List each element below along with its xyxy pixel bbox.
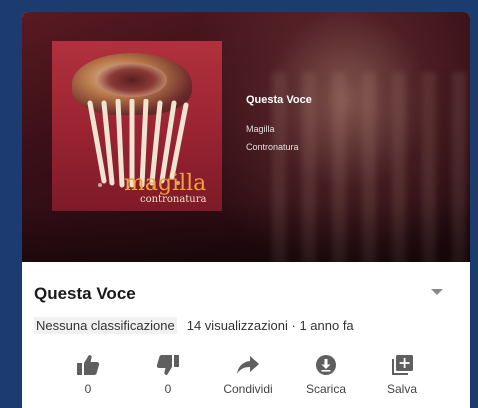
expand-description-icon[interactable]	[431, 289, 443, 295]
track-title: Questa Voce	[246, 94, 312, 106]
player-shade	[22, 202, 470, 262]
cover-art-swirl	[97, 63, 167, 97]
track-album: Contronatura	[246, 142, 299, 152]
share-label: Condividi	[223, 382, 273, 396]
dislike-count: 0	[164, 382, 172, 396]
thumbs-up-icon	[77, 355, 100, 375]
device-frame: magilla contronatura Questa Voce Magilla…	[0, 0, 478, 408]
rating-badge: Nessuna classificazione	[34, 317, 177, 334]
like-button[interactable]: 0	[48, 346, 128, 406]
like-count: 0	[84, 382, 92, 396]
thumbs-down-icon	[156, 355, 179, 375]
view-stats: 14 visualizzazioni · 1 anno fa	[186, 318, 354, 333]
video-info-panel: Questa Voce Nessuna classificazione 14 vi…	[22, 262, 470, 408]
download-button[interactable]: Scarica	[286, 346, 366, 406]
video-player[interactable]: magilla contronatura Questa Voce Magilla…	[22, 12, 470, 262]
dislike-button[interactable]: 0	[128, 346, 208, 406]
add-to-playlist-icon	[392, 355, 413, 375]
album-cover: magilla contronatura	[52, 41, 222, 211]
download-icon	[316, 355, 336, 375]
download-label: Scarica	[305, 382, 346, 396]
share-icon	[237, 356, 259, 374]
action-bar: 0 0 Condividi Scarica Salva	[22, 346, 470, 406]
cover-subtitle-art: contronatura	[140, 194, 207, 205]
track-artist: Magilla	[246, 124, 275, 134]
save-button[interactable]: Salva	[362, 346, 442, 406]
video-meta: Nessuna classificazione 14 visualizzazion…	[34, 317, 354, 334]
video-title: Questa Voce	[34, 284, 136, 303]
cover-title-art: magilla	[124, 171, 207, 196]
share-button[interactable]: Condividi	[208, 346, 288, 406]
player-track-info: Questa Voce Magilla Contronatura	[246, 94, 312, 160]
app-screen: magilla contronatura Questa Voce Magilla…	[22, 12, 470, 408]
save-label: Salva	[386, 382, 418, 396]
